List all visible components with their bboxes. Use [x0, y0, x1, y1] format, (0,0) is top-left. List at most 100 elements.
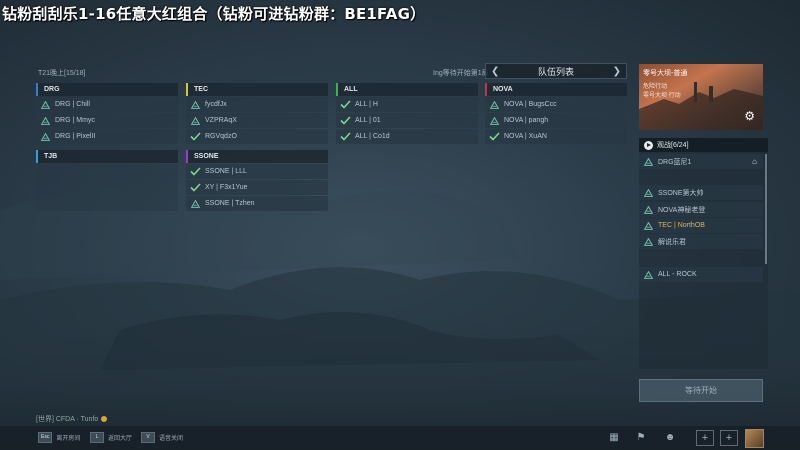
member-name: NOVA | pangh	[504, 117, 549, 124]
team-panel-ssone[interactable]: SSONE SSONE | LLL XY | F3x1Yue SSONE | Tzhe…	[186, 150, 328, 211]
team-member-row[interactable]: NOVA | XuAN	[485, 129, 627, 144]
room-label: T21晚上[15/18]	[38, 70, 86, 77]
pending-triangle-icon	[643, 270, 653, 279]
stats-icon[interactable]: ▦	[606, 431, 622, 445]
chat-line: [世界] CFDA · Tunfo	[36, 414, 108, 424]
team-panel-tec[interactable]: TEC fycdfJx VZPRAqX RGVqdzO	[186, 83, 328, 144]
spectator-row[interactable]: 解说乐君	[639, 234, 763, 249]
team-member-row[interactable]: ALL | 01	[336, 113, 478, 128]
empty-team-slot[interactable]	[36, 164, 178, 211]
friends-icon[interactable]: ☻	[662, 431, 678, 445]
pending-triangle-icon	[643, 221, 653, 230]
team-member-row[interactable]: fycdfJx	[186, 97, 328, 112]
member-name: SSONE | LLL	[205, 168, 247, 175]
spectator-status	[641, 157, 655, 166]
member-name: SSONE | Tzhen	[205, 200, 255, 207]
chat-text: [世界] CFDA · Tunfo	[36, 416, 99, 423]
team-panel-nova[interactable]: NOVA NOVA | BugsCcc NOVA | pangh NOVA | XuA…	[485, 83, 627, 144]
team-header[interactable]: TEC	[186, 83, 328, 96]
chevron-left-icon[interactable]: ❮	[491, 66, 499, 77]
ready-check-icon	[339, 100, 351, 109]
member-name: DRG | Chill	[55, 101, 90, 108]
member-name: DRG | Mmyc	[55, 117, 95, 124]
ready-status	[487, 129, 501, 144]
team-member-row[interactable]: RGVqdzO	[186, 129, 328, 144]
team-member-row[interactable]: VZPRAqX	[186, 113, 328, 128]
mode-label: 危险行动	[643, 84, 668, 90]
hint-leave-room[interactable]: Esc 离开房间	[38, 432, 80, 443]
start-button[interactable]: 等待开始	[639, 379, 763, 402]
hint-label: 返回大厅	[108, 436, 133, 442]
pending-status	[487, 97, 501, 112]
team-member-row[interactable]: ALL | H	[336, 97, 478, 112]
team-header[interactable]: ALL	[336, 83, 478, 96]
pending-status	[188, 113, 202, 128]
team-header[interactable]: NOVA	[485, 83, 627, 96]
spectator-name: DRG蓝尼1	[658, 158, 692, 166]
team-panel-tjb[interactable]: TJB	[36, 150, 178, 211]
pending-triangle-icon	[40, 100, 50, 109]
play-icon	[644, 140, 653, 150]
ready-check-icon	[339, 132, 351, 141]
team-member-row[interactable]: SSONE | Tzhen	[186, 196, 328, 211]
team-header[interactable]: TJB	[36, 150, 178, 163]
team-list-title: 队伍列表	[537, 66, 574, 77]
team-member-row[interactable]: XY | F3x1Yue	[186, 180, 328, 195]
hint-return-lobby[interactable]: L 返回大厅	[90, 432, 132, 443]
team-header[interactable]: DRG	[36, 83, 178, 96]
spectator-row[interactable]: SSONE第大帅	[639, 185, 763, 200]
spectator-header[interactable]: 观战[6/24]	[639, 138, 768, 152]
team-panel-drg[interactable]: DRG DRG | Chill DRG | Mmyc DRG | PixelII	[36, 83, 178, 144]
ready-check-icon	[189, 183, 201, 192]
gear-icon[interactable]: ⚙	[744, 109, 755, 123]
spectator-status	[641, 188, 655, 197]
add-slot-button[interactable]: +	[696, 430, 714, 446]
flag-icon[interactable]: ⚑	[633, 431, 649, 445]
avatar[interactable]	[745, 429, 764, 448]
map-title: 零号大坝-普通	[643, 70, 688, 77]
pending-status	[188, 97, 202, 112]
spectator-status	[641, 270, 655, 279]
team-member-row[interactable]: DRG | Chill	[36, 97, 178, 112]
waiting-label: Ing等待开始第1局	[433, 70, 489, 77]
spectator-row[interactable]: NOVA神秘老登	[639, 202, 763, 217]
member-name: VZPRAqX	[205, 117, 237, 124]
chevron-right-icon[interactable]: ❯	[613, 66, 621, 77]
spectator-row[interactable]: TEC | NorthOB	[639, 218, 763, 233]
hint-label: 离开房间	[56, 436, 81, 442]
spectator-status	[641, 237, 655, 246]
pending-triangle-icon	[190, 199, 200, 208]
member-name: ALL | H	[355, 101, 378, 108]
team-member-row[interactable]: NOVA | pangh	[485, 113, 627, 128]
spectator-scrollbar[interactable]	[765, 154, 767, 264]
pending-status	[38, 129, 52, 144]
ready-status	[338, 113, 352, 128]
pending-status	[188, 196, 202, 211]
add-slot-button[interactable]: +	[720, 430, 738, 446]
ready-status	[188, 164, 202, 179]
team-member-row[interactable]: NOVA | BugsCcc	[485, 97, 627, 112]
spectator-row[interactable]: DRG蓝尼1 ⌂	[639, 154, 763, 169]
spectator-name: SSONE第大帅	[658, 189, 704, 197]
pending-triangle-icon	[190, 116, 200, 125]
pending-triangle-icon	[489, 116, 499, 125]
spectator-row[interactable]: ALL - ROCK	[639, 267, 763, 282]
team-member-row[interactable]: SSONE | LLL	[186, 164, 328, 179]
team-member-row[interactable]: DRG | Mmyc	[36, 113, 178, 128]
hint-voice[interactable]: V 语音关闭	[141, 432, 183, 443]
team-header[interactable]: SSONE	[186, 150, 328, 163]
pending-triangle-icon	[643, 188, 653, 197]
coin-icon	[101, 416, 108, 423]
map-preview[interactable]: 零号大坝-普通 危险行动 零号大坝 行动 ⚙	[639, 64, 763, 130]
stream-title: 钻粉刮刮乐1-16任意大红组合（钻粉可进钻粉群：BE1FAG）	[2, 5, 426, 23]
team-member-row[interactable]: ALL | Co1d	[336, 129, 478, 144]
member-name: DRG | PixelII	[55, 133, 96, 140]
team-member-row[interactable]: DRG | PixelII	[36, 129, 178, 144]
team-panel-all[interactable]: ALL ALL | H ALL | 01 ALL | Co1d	[336, 83, 478, 144]
spectator-status	[641, 221, 655, 230]
map-subtitle: 零号大坝 行动	[643, 93, 681, 99]
pending-triangle-icon	[489, 100, 499, 109]
home-icon: ⌂	[752, 157, 757, 166]
member-name: RGVqdzO	[205, 133, 237, 140]
pending-status	[38, 113, 52, 128]
